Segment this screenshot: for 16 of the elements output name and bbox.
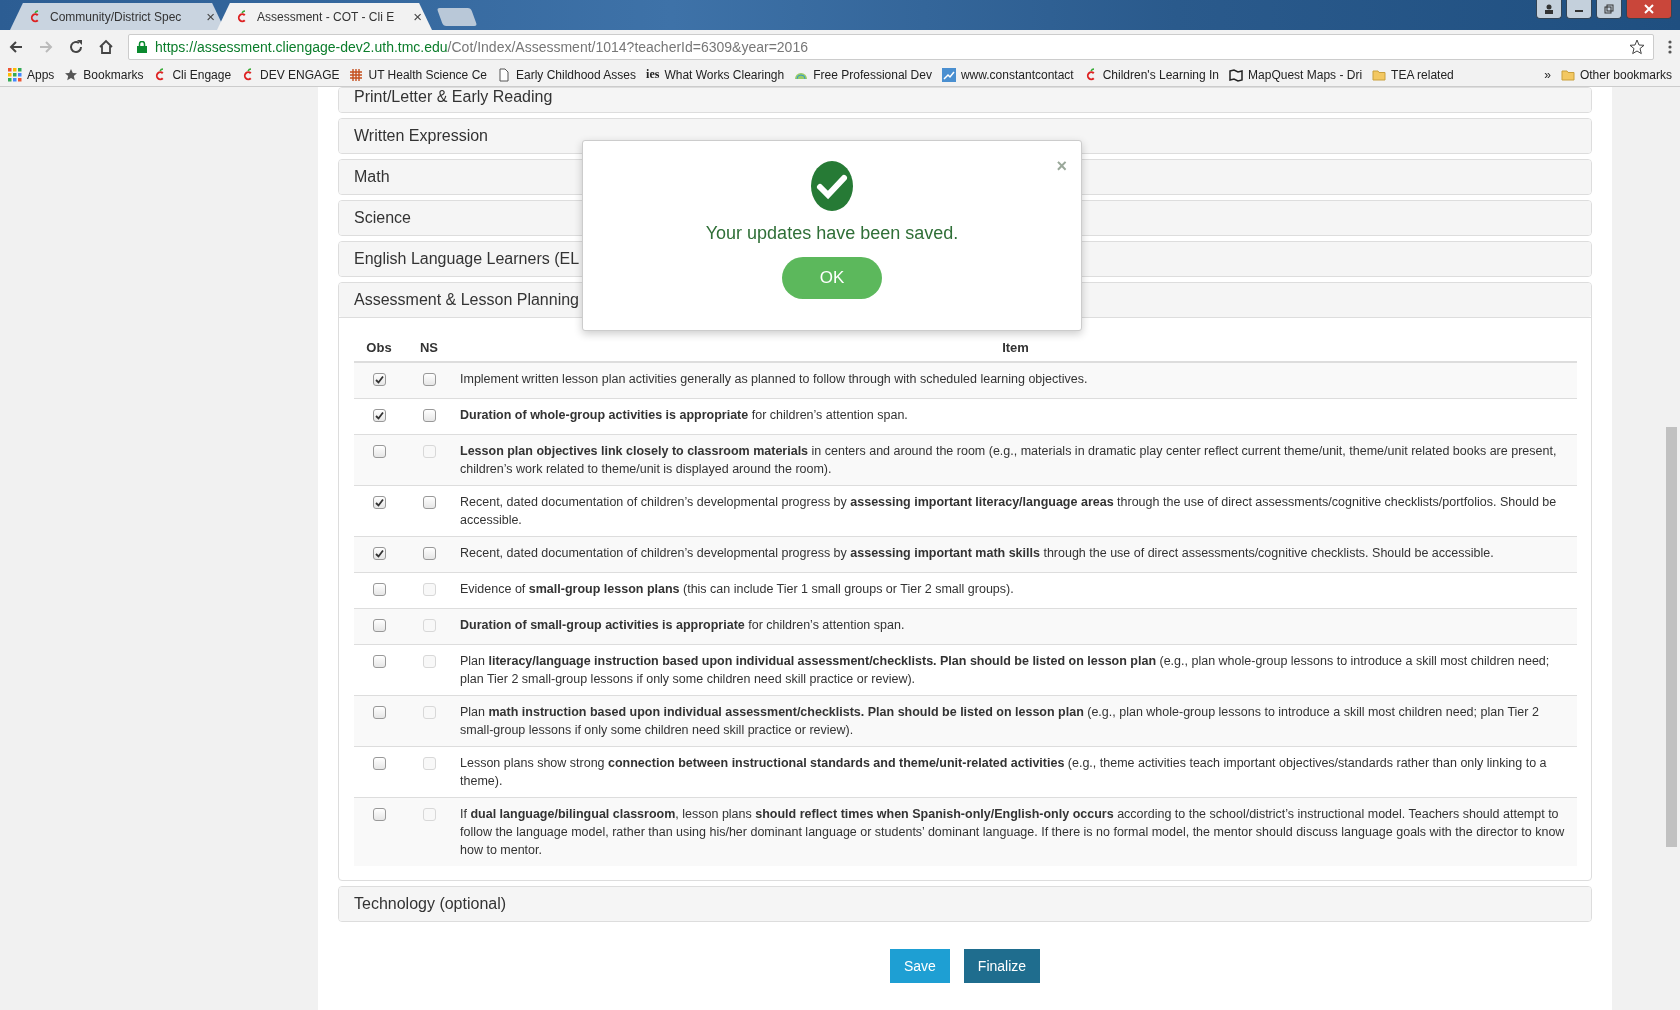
item-text: Lesson plans show strong connection between instructional standards and theme/unit-related activities (e.g., theme activities teach important objectives/standards rather than only linking to a theme).	[460, 756, 1547, 788]
item-text: Duration of small-group activities is appropriate for children’s attention span.	[460, 618, 905, 632]
item-text: Implement written lesson plan activities generally as planned to follow through with scheduled learning objectives.	[460, 372, 1088, 386]
item-text: Plan literacy/language instruction based upon individual assessment/checklists. Plan should be listed on lesson plan (e.g., plan whole-group lessons to introduce a skill most children need; plan Tier 2 small-group lessons if only some children need skill practice or review).	[460, 654, 1550, 686]
tab-title: Community/District Spec	[50, 9, 183, 24]
item-text: Duration of whole-group activities is appropriate for children’s attention span.	[460, 408, 908, 422]
item-text: Recent, dated documentation of children’s developmental progress by assessing important literacy/language areas through the use of direct assessments/cognitive checklists/portfolios. Should be accessible.	[460, 495, 1557, 527]
url-text: https://assessment.cliengage-dev2.uth.tmc.edu/Cot/Index/Assessment/1014?teacherId=6309&year=2016	[155, 38, 808, 55]
item-text: Recent, dated documentation of children’s developmental progress by assessing important math skills through the use of direct assessments/cognitive checklists. Should be accessible.	[460, 546, 1494, 560]
item-text: Plan math instruction based upon individual assessment/checklists. Plan should be listed on lesson plan (e.g., plan whole-group lessons to introduce a skill most children need; plan Tier 2 small-group lessons if only some children need skill practice or review).	[460, 705, 1539, 737]
item-text: Lesson plan objectives link closely to classroom materials in centers and around the room (e.g., materials in dramatic play center reflect current theme/unit, theme/unit related books are present, children’s work related to theme/unit is displayed around the room).	[460, 444, 1557, 476]
item-text: Evidence of small-group lesson plans (this can include Tier 1 small groups or Tier 2 small groups).	[460, 582, 1014, 596]
success-message: Your updates have been saved.	[705, 223, 959, 244]
item-text: If dual language/bilingual classroom, lesson plans should reflect times when Spanish-only/English-only occurs according to the school/district’s instructional model. Teachers should attempt to follow the language model, rather than using his/her dominant language or students’ dominant language. If there is no formal model, the mentor should discuss language goals with the director to know how to mentor.	[460, 807, 1565, 857]
tab-title: Assessment - COT - Cli E	[257, 9, 396, 24]
ies-logo: ies	[646, 67, 660, 82]
